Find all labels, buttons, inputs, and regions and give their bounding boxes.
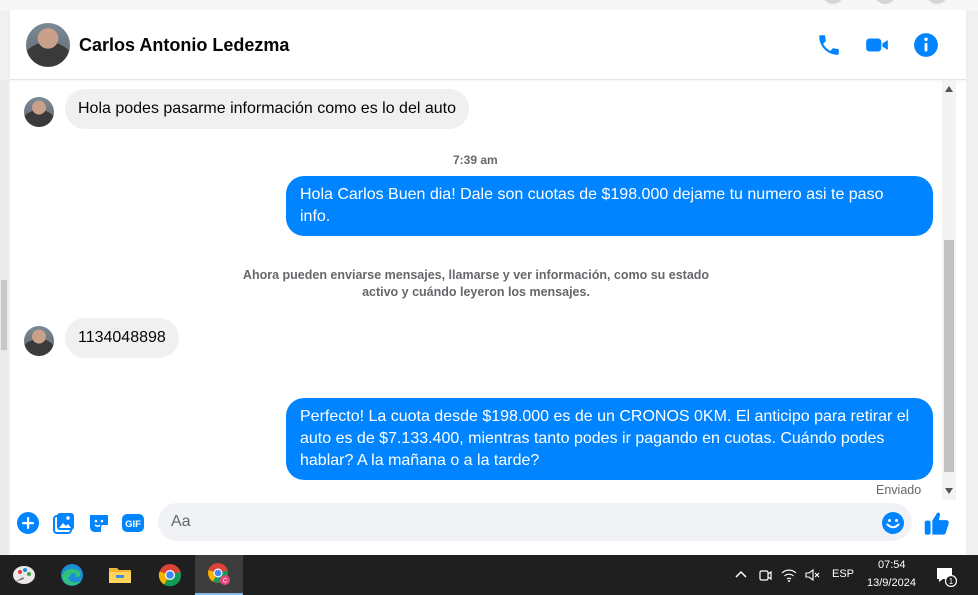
gif-icon[interactable]: GIF (121, 511, 145, 535)
message-composer: GIF (10, 500, 966, 555)
chrome-profile-icon[interactable]: C (195, 555, 243, 595)
message-input[interactable] (158, 503, 912, 541)
file-explorer-icon[interactable] (96, 555, 144, 595)
wifi-icon[interactable] (781, 567, 797, 583)
system-notice-line: Ahora pueden enviarse mensajes, llamarse… (242, 268, 710, 282)
outgoing-message[interactable]: Hola Carlos Buen dia! Dale son cuotas de… (286, 176, 933, 236)
notification-count: 1 (949, 577, 954, 586)
clock-date[interactable]: 13/9/2024 (867, 577, 916, 589)
paint-app-icon[interactable] (0, 555, 48, 595)
sent-status: Enviado (876, 483, 922, 497)
sender-avatar[interactable] (24, 97, 54, 127)
phone-icon[interactable] (816, 32, 842, 58)
window-top-strip (0, 0, 978, 10)
chat-window: Carlos Antonio Ledezma Hola podes pasarm… (10, 10, 966, 555)
scroll-up-arrow[interactable] (945, 86, 953, 92)
scroll-thumb[interactable] (944, 240, 954, 472)
contact-name[interactable]: Carlos Antonio Ledezma (79, 35, 289, 56)
contact-avatar[interactable] (26, 23, 70, 67)
video-camera-icon[interactable] (864, 32, 890, 58)
message-list: Hola podes pasarme información como es l… (10, 80, 945, 500)
language-indicator[interactable]: ESP (832, 568, 854, 580)
svg-text:C: C (223, 579, 228, 585)
sticker-icon[interactable] (87, 511, 111, 535)
volume-muted-icon[interactable] (804, 567, 820, 583)
info-icon[interactable] (913, 32, 939, 58)
notification-center-icon[interactable]: 1 (935, 565, 957, 587)
message-line: Hola Carlos Buen dia! Dale son cuotas de… (300, 186, 884, 203)
edge-icon[interactable] (48, 555, 96, 595)
outgoing-message[interactable]: Perfecto! La cuota desde $198.000 es de … (286, 398, 933, 480)
clock-time[interactable]: 07:54 (878, 559, 906, 571)
image-icon[interactable] (52, 511, 76, 535)
incoming-message[interactable]: 1134048898 (65, 318, 179, 358)
plus-icon[interactable] (16, 511, 40, 535)
gif-label: GIF (125, 519, 141, 530)
message-line: info. (300, 208, 331, 225)
message-line: hablar? A la mañana o a la tarde? (300, 452, 540, 469)
left-scroll-edge (0, 80, 8, 555)
emoji-icon[interactable] (881, 511, 905, 535)
chat-header: Carlos Antonio Ledezma (10, 10, 966, 80)
system-notice-line: activo y cuándo leyeron los mensajes. (362, 285, 590, 299)
message-timestamp: 7:39 am (453, 153, 498, 167)
meet-now-icon[interactable] (757, 567, 773, 583)
windows-taskbar: C ESP 07:54 13/9/2024 1 (0, 555, 978, 595)
incoming-message[interactable]: Hola podes pasarme información como es l… (65, 89, 469, 129)
scroll-down-arrow[interactable] (945, 488, 953, 494)
message-line: auto es de $7.133.400, mientras tanto po… (300, 430, 885, 447)
message-line: Perfecto! La cuota desde $198.000 es de … (300, 408, 910, 425)
top-controls (822, 0, 948, 4)
like-icon[interactable] (923, 509, 951, 537)
chevron-up-icon[interactable] (733, 567, 749, 583)
system-notice: Ahora pueden enviarse mensajes, llamarse… (236, 267, 716, 301)
sender-avatar[interactable] (24, 326, 54, 356)
message-scrollbar[interactable] (942, 80, 956, 500)
chrome-icon[interactable] (146, 555, 194, 595)
